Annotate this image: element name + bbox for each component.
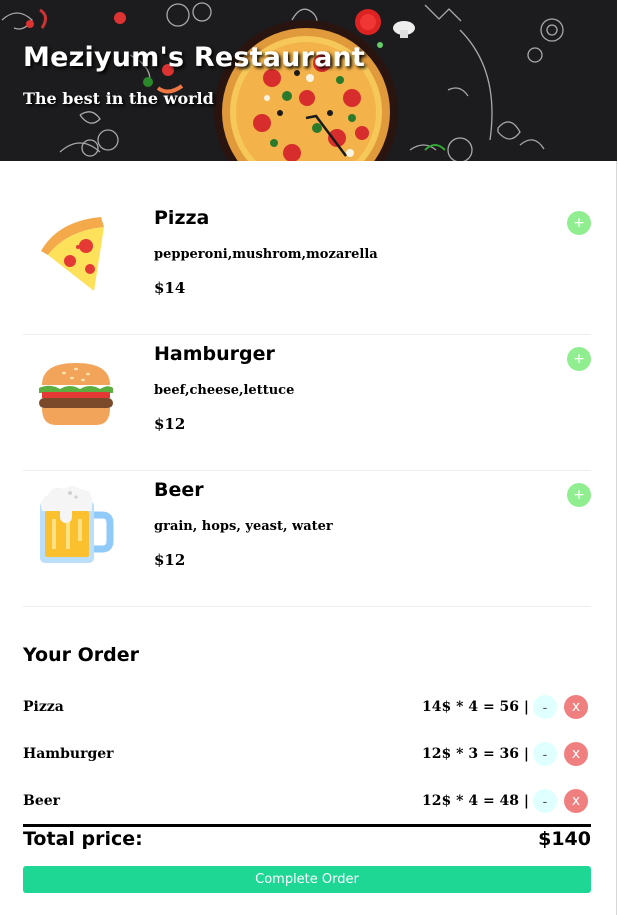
menu-item-name: Pizza (154, 207, 210, 229)
restaurant-title: Meziyum's Restaurant (23, 42, 366, 73)
add-beer-button[interactable]: + (567, 483, 591, 507)
total-price-label: Total price: (23, 828, 143, 850)
order-item-calculation: 14$ * 4 = 56 | (422, 699, 529, 715)
menu-item-beer: Beer grain, hops, yeast, water $12 + (23, 471, 591, 607)
remove-beer-button[interactable]: x (564, 789, 588, 813)
pizza-slice-icon (41, 217, 104, 291)
remove-hamburger-button[interactable]: x (564, 742, 588, 766)
menu-item-description: grain, hops, yeast, water (154, 519, 333, 534)
order-item-name: Pizza (23, 699, 64, 715)
decrease-hamburger-button[interactable]: - (533, 742, 557, 766)
menu-item-pizza: Pizza pepperoni,mushrom,mozarella $14 + (23, 199, 591, 335)
pizza-illustration-icon (214, 20, 398, 161)
order-item-calculation: 12$ * 4 = 48 | (422, 793, 529, 809)
decrease-pizza-button[interactable]: - (533, 695, 557, 719)
menu-item-price: $12 (154, 415, 186, 433)
order-row-beer: Beer 12$ * 4 = 48 | - x (23, 788, 591, 814)
menu-item-description: pepperoni,mushrom,mozarella (154, 247, 378, 262)
menu-item-description: beef,cheese,lettuce (154, 383, 295, 398)
menu-item-price: $14 (154, 279, 186, 297)
total-price-value: $140 (538, 828, 591, 850)
menu-item-price: $12 (154, 551, 186, 569)
decrease-beer-button[interactable]: - (533, 789, 557, 813)
complete-order-button[interactable]: Complete Order (23, 866, 591, 893)
add-pizza-button[interactable]: + (567, 211, 591, 235)
add-hamburger-button[interactable]: + (567, 347, 591, 371)
total-divider (23, 824, 591, 827)
order-item-calculation: 12$ * 3 = 36 | (422, 746, 529, 762)
order-title: Your Order (23, 644, 139, 666)
order-item-name: Beer (23, 793, 61, 809)
beer-mug-icon (40, 486, 114, 563)
menu-item-name: Beer (154, 479, 204, 501)
remove-pizza-button[interactable]: x (564, 695, 588, 719)
header-banner: Meziyum's Restaurant The best in the wor… (0, 0, 617, 161)
order-row-pizza: Pizza 14$ * 4 = 56 | - x (23, 694, 591, 720)
order-item-name: Hamburger (23, 746, 114, 762)
menu-item-name: Hamburger (154, 343, 275, 365)
menu-item-hamburger: Hamburger beef,cheese,lettuce $12 + (23, 335, 591, 471)
hamburger-icon (39, 363, 113, 425)
order-row-hamburger: Hamburger 12$ * 3 = 36 | - x (23, 741, 591, 767)
restaurant-subtitle: The best in the world (23, 89, 214, 108)
